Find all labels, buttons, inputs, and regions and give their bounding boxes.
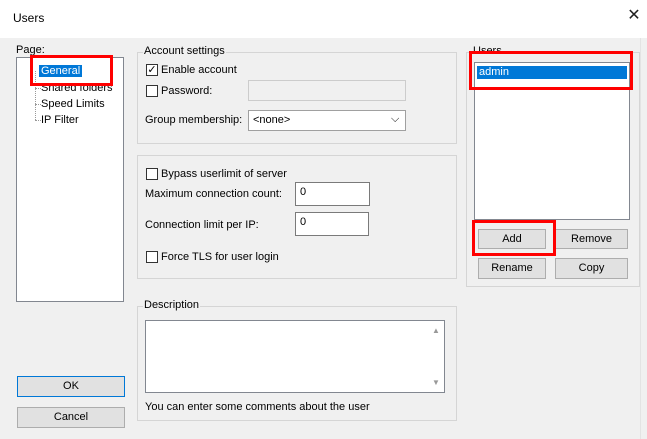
password-checkbox[interactable] [146, 85, 158, 97]
max-connection-input[interactable]: 0 [295, 182, 370, 206]
bypass-userlimit-label: Bypass userlimit of server [161, 168, 287, 180]
highlight-box-users [469, 51, 633, 90]
description-textarea[interactable] [145, 320, 445, 393]
rename-button[interactable]: Rename [478, 258, 546, 279]
chevron-down-icon: ⌵ [391, 113, 400, 125]
tree-item-speed-limits[interactable]: Speed Limits [41, 98, 105, 110]
per-ip-label: Connection limit per IP: [145, 219, 259, 231]
scroll-down-icon[interactable]: ▼ [431, 378, 441, 387]
enable-account-label: Enable account [161, 64, 237, 76]
remove-button[interactable]: Remove [555, 229, 628, 249]
ok-button[interactable]: OK [17, 376, 125, 397]
enable-account-checkbox[interactable]: ✓ [146, 64, 158, 76]
group-membership-select[interactable]: <none> [248, 110, 406, 131]
tree-item-ip-filter[interactable]: IP Filter [41, 114, 79, 126]
group-membership-label: Group membership: [145, 114, 243, 126]
highlight-box-general [30, 55, 113, 86]
password-field[interactable] [248, 80, 406, 101]
force-tls-checkbox[interactable] [146, 251, 158, 263]
window-title: Users [13, 11, 45, 25]
group-membership-value: <none> [253, 114, 291, 126]
description-hint: You can enter some comments about the us… [145, 401, 370, 413]
checkmark-icon: ✓ [147, 64, 157, 76]
copy-button[interactable]: Copy [555, 258, 628, 279]
account-settings-legend: Account settings [143, 45, 226, 57]
cancel-button[interactable]: Cancel [17, 407, 125, 428]
close-icon[interactable]: ✕ [626, 8, 642, 24]
password-label: Password: [161, 85, 213, 97]
bypass-userlimit-checkbox[interactable] [146, 168, 158, 180]
max-connection-label: Maximum connection count: [145, 188, 282, 200]
per-ip-input[interactable]: 0 [295, 212, 369, 236]
title-bar [0, 0, 647, 38]
description-legend: Description [143, 299, 201, 311]
highlight-box-add [472, 220, 556, 256]
background-gridline [640, 38, 641, 439]
scroll-up-icon[interactable]: ▲ [431, 326, 441, 335]
force-tls-label: Force TLS for user login [161, 251, 279, 263]
